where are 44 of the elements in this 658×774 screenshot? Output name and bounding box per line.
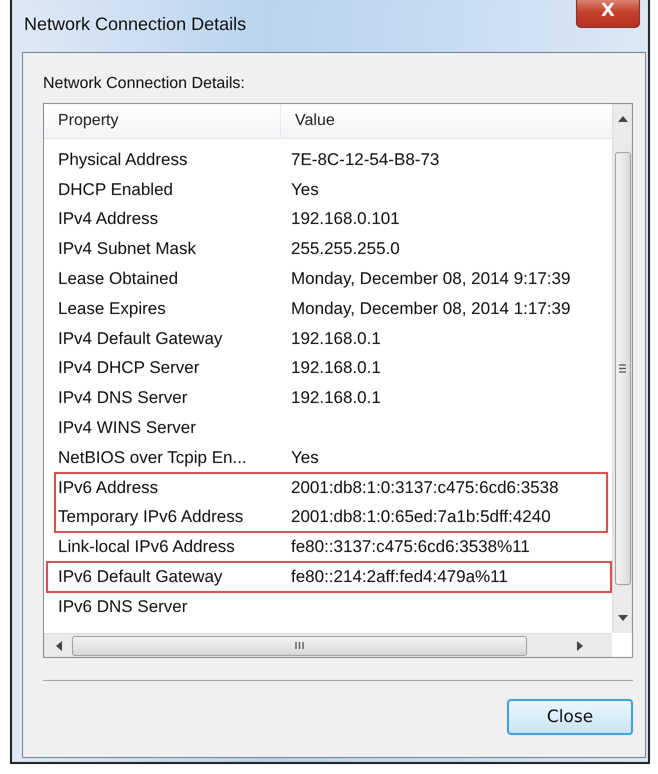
property-cell-text: Lease Obtained <box>57 269 180 290</box>
list-label: Network Connection Details: <box>43 75 246 93</box>
property-cell-text: Physical Address <box>57 150 188 170</box>
value-cell-text: 192.168.0.101 <box>290 209 400 230</box>
property-cell-text: IPv4 Subnet Mask <box>57 239 197 260</box>
property-cell-text: IPv4 WINS Server <box>57 418 197 438</box>
column-header[interactable]: Property <box>44 104 281 138</box>
scroll-down-icon[interactable] <box>618 615 628 621</box>
property-cell-text: Temporary IPv6 Address <box>57 507 244 528</box>
value-cell-text: fe80::3137:c475:6cd6:3538%11 <box>290 537 530 558</box>
close-button[interactable]: Close <box>507 699 633 735</box>
property-cell-text: NetBIOS over Tcpip En... <box>57 448 248 468</box>
value-cell-text: Monday, December 08, 2014 9:17:39 <box>290 269 570 290</box>
property-cell-text: IPv4 DHCP Server <box>57 358 200 378</box>
value-cell-text: Yes <box>290 448 319 468</box>
scroll-right-icon[interactable] <box>577 640 583 650</box>
value-cell-text: 255.255.255.0 <box>290 239 400 260</box>
property-cell-text: IPv4 DNS Server <box>57 388 188 408</box>
value-cell-text: 7E-8C-12-54-B8-73 <box>290 150 440 170</box>
column-header[interactable]: Value <box>281 104 335 138</box>
value-cell-text: Monday, December 08, 2014 1:17:39 <box>290 298 570 319</box>
scroll-up-icon[interactable] <box>618 116 628 122</box>
value-cell-text: Yes <box>290 180 319 200</box>
value-cell-text: 2001:db8:1:0:65ed:7a1b:5dff:4240 <box>290 507 551 528</box>
property-cell-text: IPv4 Default Gateway <box>57 328 224 349</box>
value-cell-text: 192.168.0.1 <box>290 388 381 408</box>
close-button[interactable]: X <box>576 0 640 28</box>
grip-icon <box>618 364 627 373</box>
scrollbar-thumb[interactable] <box>614 152 630 585</box>
scroll-left-icon[interactable] <box>56 640 62 650</box>
value-cell-text: fe80::214:2aff:fed4:479a%11 <box>290 567 508 588</box>
scrollbar-thumb[interactable] <box>72 636 527 656</box>
property-cell-text: IPv6 Address <box>57 478 160 498</box>
value-cell-text: 192.168.0.1 <box>290 358 381 378</box>
property-cell-text: IPv6 DNS Server <box>57 596 188 617</box>
value-cell-text: 192.168.0.1 <box>290 328 381 349</box>
property-cell-text: IPv4 Address <box>57 209 160 230</box>
value-cell-text: 2001:db8:1:0:3137:c475:6cd6:3538 <box>290 478 559 498</box>
property-cell-text: DHCP Enabled <box>57 180 174 200</box>
window-title: Network Connection Details <box>24 14 246 35</box>
grip-icon <box>295 641 304 650</box>
property-cell-text: IPv6 Default Gateway <box>57 567 224 588</box>
property-cell-text: Link-local IPv6 Address <box>57 537 236 558</box>
property-cell-text: Lease Expires <box>57 298 167 319</box>
